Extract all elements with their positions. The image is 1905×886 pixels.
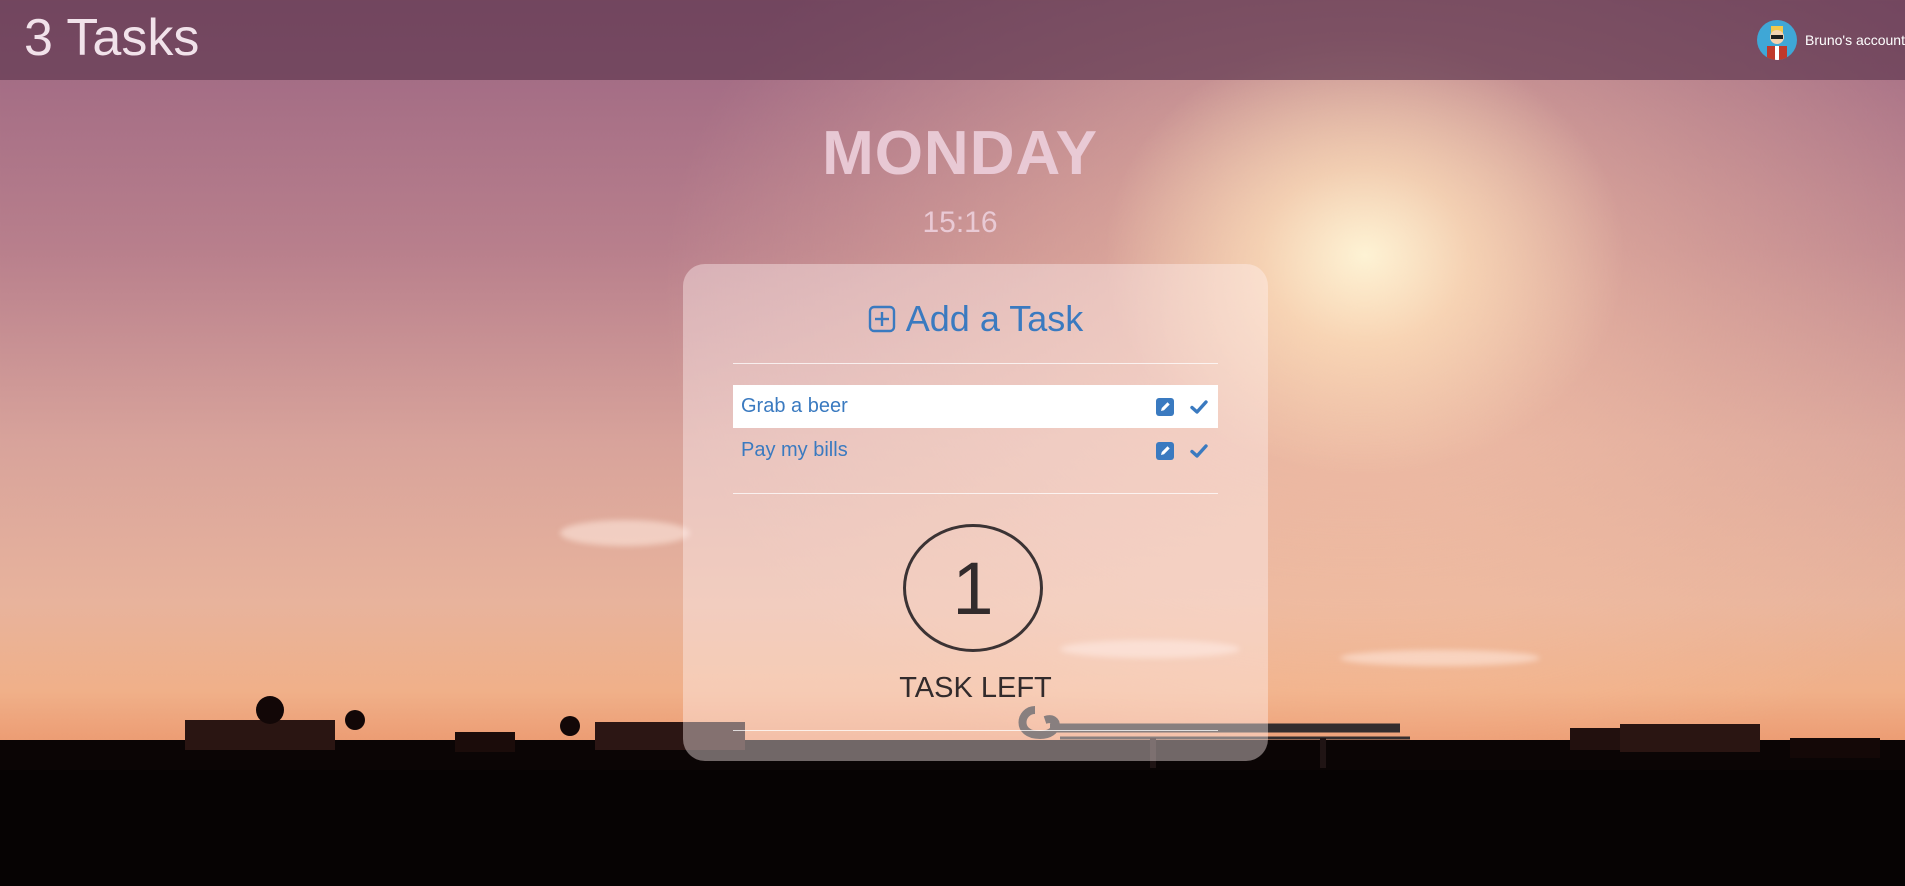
time-label: 15:16 (922, 206, 998, 239)
add-task-button[interactable]: Add a Task (683, 298, 1268, 340)
day-label: MONDAY (822, 119, 1098, 188)
app-title: 3 Tasks (24, 9, 200, 67)
plus-square-icon (868, 305, 896, 333)
user-avatar-icon[interactable] (1757, 20, 1798, 60)
cloud (560, 520, 690, 546)
edit-icon[interactable] (1154, 440, 1176, 462)
divider (733, 363, 1218, 364)
top-bar: 3 Tasks Bruno's account (0, 0, 1905, 80)
check-icon[interactable] (1188, 440, 1210, 462)
account-label[interactable]: Bruno's account (1805, 32, 1905, 48)
task-card: Add a Task Grab a beer Pay my bills 1 TA… (683, 264, 1268, 761)
ground-silhouette (0, 770, 1905, 886)
tasks-left-label: TASK LEFT (899, 672, 1052, 704)
edit-icon[interactable] (1154, 396, 1176, 418)
tasks-left-count: 1 (903, 524, 1043, 652)
add-task-label[interactable]: Add a Task (906, 298, 1083, 340)
check-icon[interactable] (1188, 396, 1210, 418)
cloud (1340, 650, 1540, 666)
task-label[interactable]: Grab a beer (741, 395, 1142, 418)
task-label[interactable]: Pay my bills (741, 439, 1142, 462)
divider (733, 493, 1218, 494)
account-menu[interactable]: Bruno's account (1757, 20, 1905, 60)
task-item[interactable]: Grab a beer (733, 385, 1218, 428)
divider (733, 730, 1218, 731)
task-item[interactable]: Pay my bills (733, 429, 1218, 472)
